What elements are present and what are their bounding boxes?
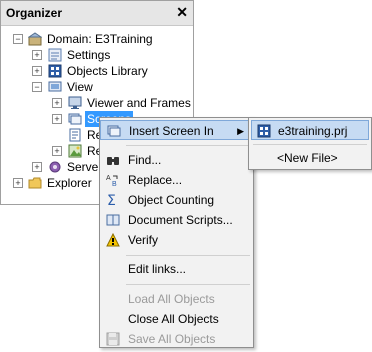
menu-item-replace[interactable]: AB Replace... [100, 170, 253, 190]
screens-icon [68, 112, 82, 126]
monitor-icon [68, 96, 82, 110]
menu-separator [126, 145, 250, 146]
tree-item-domain[interactable]: − Domain: E3Training [1, 31, 193, 47]
svg-text:Σ: Σ [107, 193, 116, 207]
domain-icon [27, 32, 43, 46]
tree-item-label: Server [67, 160, 103, 174]
library-icon [48, 64, 62, 78]
tree-item-objects-library[interactable]: + Objects Library [1, 63, 193, 79]
submenu-arrow-icon: ▶ [237, 126, 244, 136]
menu-item-label: Object Counting [128, 193, 215, 207]
screen-icon [107, 124, 121, 138]
menu-item-verify[interactable]: Verify [100, 230, 253, 250]
menu-item-close-all-objects[interactable]: Close All Objects [100, 309, 253, 329]
binoculars-icon [106, 153, 120, 167]
settings-icon [48, 48, 62, 62]
view-icon [48, 80, 62, 94]
menu-separator [253, 144, 367, 145]
svg-text:B: B [112, 181, 117, 187]
menu-separator [126, 284, 250, 285]
folder-icon [28, 176, 42, 190]
expand-icon[interactable]: + [52, 114, 62, 124]
menu-item-label: Replace... [128, 173, 183, 187]
picture-icon [68, 144, 82, 158]
menu-item-insert-screen-in[interactable]: Insert Screen In ▶ [100, 120, 253, 140]
expand-icon[interactable]: + [32, 50, 42, 60]
sigma-icon: Σ [106, 193, 120, 209]
menu-separator [126, 255, 250, 256]
project-icon [257, 124, 271, 138]
submenu-item-e3training-prj[interactable]: e3training.prj [251, 120, 369, 140]
svg-text:A: A [106, 175, 111, 182]
collapse-icon[interactable]: − [32, 82, 42, 92]
report-icon [68, 128, 82, 142]
tree-item-view[interactable]: − View [1, 79, 193, 95]
tree-item-label: View [67, 80, 93, 94]
save-icon [106, 332, 120, 346]
insert-screen-submenu: e3training.prj <New File> [248, 117, 372, 170]
server-icon [48, 160, 62, 174]
expand-icon[interactable]: + [52, 98, 62, 108]
expand-icon[interactable]: + [32, 66, 42, 76]
tree-item-label: Domain: E3Training [47, 32, 153, 46]
collapse-icon[interactable]: − [13, 34, 23, 44]
close-icon[interactable]: ✕ [176, 4, 188, 21]
tree-item-viewer-and-frames[interactable]: + Viewer and Frames [1, 95, 193, 111]
submenu-item-label: e3training.prj [278, 124, 348, 138]
expand-icon[interactable]: + [52, 146, 62, 156]
tree-item-settings[interactable]: + Settings [1, 47, 193, 63]
menu-item-label: Save All Objects [128, 332, 216, 346]
submenu-item-label: <New File> [277, 151, 338, 165]
replace-icon: AB [106, 173, 120, 188]
menu-item-save-all-objects[interactable]: Save All Objects [100, 329, 253, 349]
menu-item-document-scripts[interactable]: Document Scripts... [100, 210, 253, 230]
context-menu: Insert Screen In ▶ Find... AB Replace...… [99, 117, 254, 348]
menu-item-label: Document Scripts... [128, 213, 233, 227]
menu-item-label: Find... [128, 153, 162, 167]
menu-item-find[interactable]: Find... [100, 150, 253, 170]
organizer-title-bar: Organizer ✕ [1, 1, 193, 26]
menu-item-label: Edit links... [128, 262, 187, 276]
tree-item-label: Explorer [47, 176, 92, 190]
warning-icon [106, 232, 120, 247]
menu-item-edit-links[interactable]: Edit links... [100, 259, 253, 279]
menu-item-object-counting[interactable]: Σ Object Counting [100, 190, 253, 210]
menu-item-label: Verify [128, 233, 159, 247]
menu-item-label: Close All Objects [128, 312, 219, 326]
book-icon [106, 213, 120, 227]
tree-item-label: Objects Library [67, 64, 148, 78]
menu-item-label: Insert Screen In [129, 124, 214, 138]
expand-icon[interactable]: + [32, 162, 42, 172]
tree-item-label: Viewer and Frames [87, 96, 191, 110]
tree-item-label: Settings [67, 48, 111, 62]
menu-item-label: Load All Objects [128, 292, 215, 306]
submenu-item-new-file[interactable]: <New File> [251, 148, 369, 168]
expand-icon[interactable]: + [13, 178, 23, 188]
menu-item-load-all-objects[interactable]: Load All Objects [100, 289, 253, 309]
organizer-title: Organizer [6, 6, 63, 20]
